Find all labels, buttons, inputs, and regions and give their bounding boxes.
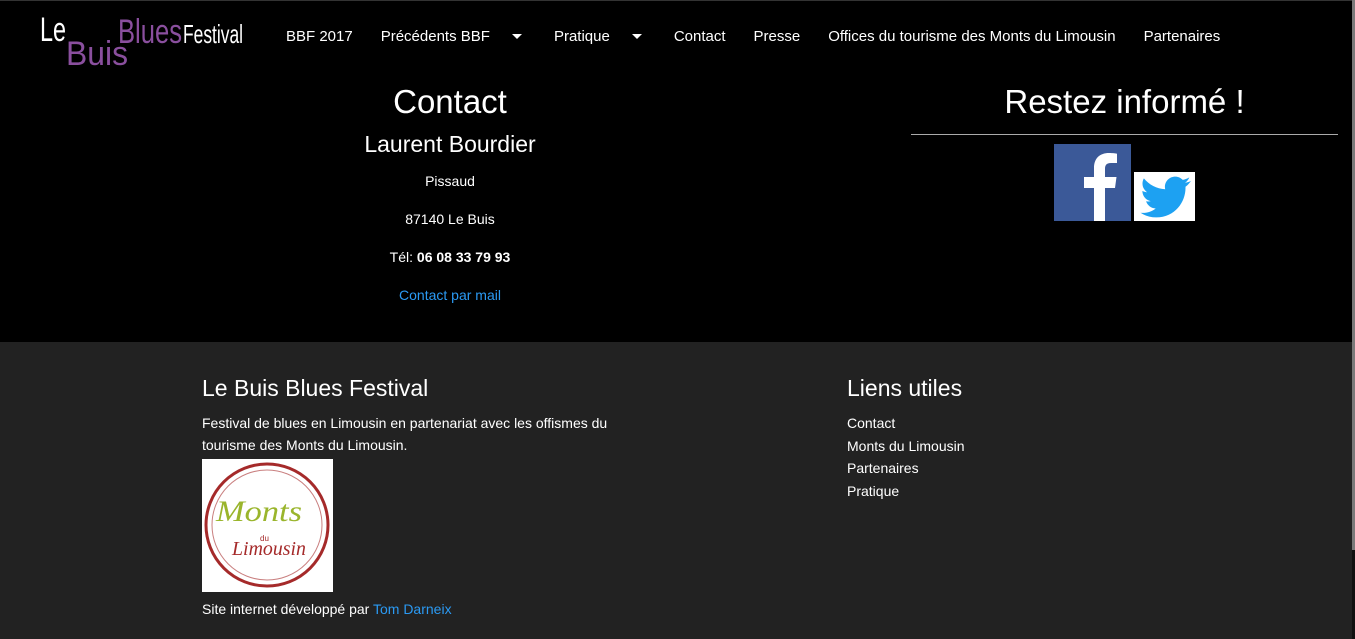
phone-label: Tél: [389, 249, 417, 265]
contact-block: Contact Laurent Bourdier Pissaud 87140 L… [200, 70, 700, 304]
credit-prefix: Site internet développé par [202, 601, 373, 617]
svg-text:Le: Le [40, 11, 66, 49]
phone-number: 06 08 33 79 93 [416, 249, 511, 265]
links-title: Liens utiles [847, 375, 963, 401]
caret-down-icon[interactable] [511, 33, 522, 39]
contact-phone: Tél: 06 08 33 79 93 [200, 248, 700, 266]
useful-links-list: Contact Monts du Limousin Partenaires Pr… [847, 412, 1147, 502]
contact-name: Laurent Bourdier [364, 131, 536, 157]
svg-text:Festival: Festival [183, 19, 243, 49]
footer-description: Festival de blues en Limousin en partena… [202, 415, 608, 453]
nav-item-presse[interactable]: Presse [740, 1, 815, 71]
site-logo[interactable]: Le Buis Blues Festival [40, 9, 245, 67]
nav-label: Précédents BBF [380, 27, 490, 45]
nav-label: Contact [673, 27, 726, 45]
author-link[interactable]: Tom Darneix [373, 601, 452, 617]
nav-item-offices-tourisme[interactable]: Offices du tourisme des Monts du Limousi… [814, 1, 1129, 71]
site-credit: Site internet développé par Tom Darneix [202, 600, 652, 618]
contact-city: 87140 Le Buis [405, 211, 495, 227]
nav-label: Offices du tourisme des Monts du Limousi… [828, 27, 1116, 45]
nav-label: BBF 2017 [286, 27, 353, 45]
footer-links: Liens utiles Contact Monts du Limousin P… [847, 342, 1147, 502]
nav-item-precedents-bbf[interactable]: Précédents BBF [367, 1, 540, 71]
footer-link-partenaires[interactable]: Partenaires [847, 457, 1147, 480]
twitter-icon[interactable] [1134, 172, 1195, 221]
svg-text:Limousin: Limousin [231, 538, 306, 560]
monts-du-limousin-logo[interactable]: Monts du Limousin [202, 459, 333, 592]
footer-link-pratique[interactable]: Pratique [847, 480, 1147, 503]
footer-link-contact[interactable]: Contact [847, 412, 1147, 435]
nav-label: Partenaires [1143, 27, 1221, 45]
nav-item-bbf-2017[interactable]: BBF 2017 [272, 1, 367, 71]
nav-item-contact[interactable]: Contact [660, 1, 740, 71]
caret-down-icon[interactable] [631, 33, 642, 39]
contact-mail-link[interactable]: Contact par mail [399, 287, 501, 303]
nav-item-partenaires[interactable]: Partenaires [1130, 1, 1235, 71]
newsletter-block: Restez informé ! [911, 70, 1338, 135]
nav-item-pratique[interactable]: Pratique [540, 1, 660, 71]
contact-title: Contact [393, 83, 507, 120]
social-links [1054, 144, 1195, 221]
footer-title: Le Buis Blues Festival [202, 375, 429, 401]
site-footer: Le Buis Blues Festival Festival de blues… [0, 342, 1352, 639]
facebook-icon[interactable] [1054, 144, 1131, 221]
nav-label: Pratique [553, 27, 610, 45]
site-header: Le Buis Blues Festival BBF 2017 Précéden… [0, 0, 1352, 70]
contact-section: Contact Laurent Bourdier Pissaud 87140 L… [0, 70, 1352, 342]
footer-about: Le Buis Blues Festival Festival de blues… [202, 342, 652, 618]
nav-label: Presse [753, 27, 801, 45]
main-nav: BBF 2017 Précédents BBF Pratique Contact… [272, 1, 1234, 71]
contact-place: Pissaud [425, 173, 475, 189]
svg-text:Blues: Blues [118, 13, 182, 51]
info-title: Restez informé ! [911, 82, 1338, 135]
footer-link-monts-du-limousin[interactable]: Monts du Limousin [847, 435, 1147, 458]
svg-text:Monts: Monts [215, 495, 302, 528]
